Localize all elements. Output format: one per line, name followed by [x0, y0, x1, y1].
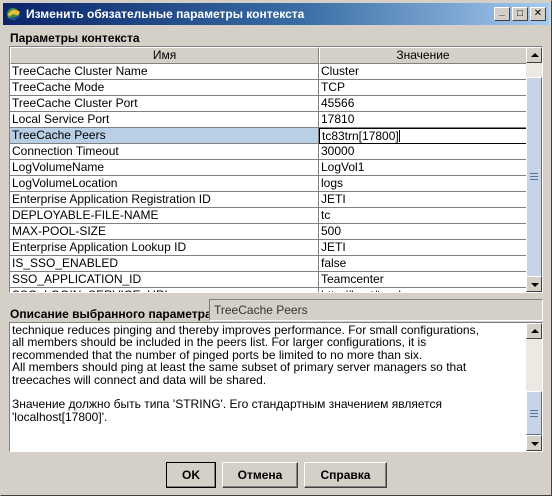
scroll-down-button[interactable] — [526, 276, 542, 292]
param-value-cell[interactable]: false — [319, 256, 527, 272]
param-name-cell[interactable]: LogVolumeName — [10, 160, 319, 176]
param-value-cell[interactable]: 500 — [319, 224, 527, 240]
table-row[interactable]: DEPLOYABLE-FILE-NAME tc — [10, 208, 527, 224]
scroll-thumb[interactable] — [526, 77, 542, 277]
scroll-up-button[interactable] — [526, 323, 542, 339]
ok-button[interactable]: OK — [166, 462, 216, 488]
maximize-button[interactable]: □ — [512, 7, 528, 21]
param-name-cell[interactable]: TreeCache Cluster Port — [10, 96, 319, 112]
dialog-window: Изменить обязательные параметры контекст… — [0, 0, 552, 496]
param-value-cell[interactable]: tc — [319, 208, 527, 224]
app-icon — [6, 6, 22, 22]
param-name-cell[interactable]: SSO_APPLICATION_ID — [10, 272, 319, 288]
description-label: Описание выбранного параметра: — [10, 307, 216, 321]
param-value-editor[interactable]: tc83trn[17800] — [319, 128, 527, 144]
table-row[interactable]: TreeCache Cluster Name Cluster — [10, 64, 527, 80]
window-title: Изменить обязательные параметры контекст… — [26, 7, 305, 21]
param-name-cell[interactable]: TreeCache Peers — [10, 128, 319, 144]
grip-line — [530, 410, 538, 411]
cancel-button[interactable]: Отмена — [222, 462, 298, 488]
table-row[interactable]: Enterprise Application Registration ID JE… — [10, 192, 527, 208]
table-row[interactable]: TreeCache Cluster Port 45566 — [10, 96, 527, 112]
param-value-cell[interactable]: LogVol1 — [319, 160, 527, 176]
grip-line — [530, 179, 538, 180]
param-name-cell[interactable]: IS_SSO_ENABLED — [10, 256, 319, 272]
param-value-cell[interactable]: http://host/tccsle — [319, 288, 527, 292]
description-line: All members should ping at least the sam… — [12, 360, 467, 375]
param-value-cell[interactable]: Teamcenter — [319, 272, 527, 288]
scroll-down-button[interactable] — [526, 435, 542, 451]
description-line: all members should be included in the pe… — [12, 335, 427, 350]
scroll-thumb[interactable] — [526, 391, 542, 435]
column-header-name[interactable]: Имя — [10, 47, 319, 64]
help-button[interactable]: Справка — [304, 462, 387, 488]
param-name-cell[interactable]: Enterprise Application Lookup ID — [10, 240, 319, 256]
param-value-cell[interactable]: logs — [319, 176, 527, 192]
arrow-down-icon — [531, 283, 539, 287]
table-row[interactable]: TreeCache Mode TCP — [10, 80, 527, 96]
table-header: Имя Значение — [10, 47, 527, 64]
description-text: technique reduces pinging and thereby im… — [12, 324, 524, 424]
maximize-icon: □ — [516, 8, 524, 19]
table-row[interactable]: Local Service Port 17810 — [10, 112, 527, 128]
param-name-cell[interactable]: MAX-POOL-SIZE — [10, 224, 319, 240]
table-row[interactable]: SSO_LOGIN_SERVICE_URLhttp://host/tccsle — [10, 288, 527, 292]
scroll-up-button[interactable] — [526, 47, 542, 63]
table-scrollbar[interactable] — [526, 47, 542, 292]
description-line: Значение должно быть типа 'STRING'. Его … — [12, 397, 442, 412]
param-name-cell[interactable]: Connection Timeout — [10, 144, 319, 160]
description-line: treecaches will connect and data will be… — [12, 372, 267, 387]
text-caret — [398, 130, 400, 142]
table-row[interactable]: IS_SSO_ENABLED false — [10, 256, 527, 272]
table-row[interactable]: LogVolumeName LogVol1 — [10, 160, 527, 176]
grip-line — [530, 416, 538, 417]
table-row[interactable]: Connection Timeout 30000 — [10, 144, 527, 160]
param-name-cell[interactable]: Enterprise Application Registration ID — [10, 192, 319, 208]
close-button[interactable]: ✕ — [530, 7, 546, 21]
title-bar[interactable]: Изменить обязательные параметры контекст… — [3, 3, 549, 25]
param-value-cell[interactable]: 17810 — [319, 112, 527, 128]
arrow-down-icon — [531, 442, 539, 446]
param-value-cell[interactable]: 45566 — [319, 96, 527, 112]
arrow-up-icon — [531, 53, 539, 57]
param-name-cell[interactable]: DEPLOYABLE-FILE-NAME — [10, 208, 319, 224]
description-scrollbar[interactable] — [526, 323, 542, 451]
param-name-cell[interactable]: TreeCache Mode — [10, 80, 319, 96]
param-name-cell[interactable]: Local Service Port — [10, 112, 319, 128]
table-row[interactable]: Enterprise Application Lookup ID JETI — [10, 240, 527, 256]
param-value-cell[interactable]: JETI — [319, 240, 527, 256]
minimize-button[interactable]: _ — [494, 7, 510, 21]
arrow-up-icon — [531, 329, 539, 333]
param-value-cell[interactable]: JETI — [319, 192, 527, 208]
close-icon: ✕ — [533, 8, 543, 19]
param-name-cell[interactable]: SSO_LOGIN_SERVICE_URL — [10, 288, 319, 292]
context-params-label: Параметры контекста — [10, 31, 140, 45]
grip-line — [530, 413, 538, 414]
description-line: 'localhost[17800]'. — [12, 409, 108, 424]
column-header-value[interactable]: Значение — [319, 47, 527, 64]
params-table: Имя Значение TreeCache Cluster Name Clust… — [9, 46, 543, 293]
param-name-cell[interactable]: TreeCache Cluster Name — [10, 64, 319, 80]
minimize-icon: _ — [499, 6, 505, 17]
description-textarea[interactable]: technique reduces pinging and thereby im… — [9, 322, 543, 452]
table-body: TreeCache Cluster Name Cluster TreeCache M… — [10, 64, 527, 292]
param-value-cell[interactable]: 30000 — [319, 144, 527, 160]
table-row[interactable]: LogVolumeLocation logs — [10, 176, 527, 192]
grip-line — [530, 176, 538, 177]
param-value-cell[interactable]: TCP — [319, 80, 527, 96]
param-name-cell[interactable]: LogVolumeLocation — [10, 176, 319, 192]
param-value-cell[interactable]: Cluster — [319, 64, 527, 80]
table-row[interactable]: SSO_APPLICATION_ID Teamcenter — [10, 272, 527, 288]
grip-line — [530, 173, 538, 174]
selected-param-name-field: TreeCache Peers — [209, 299, 543, 321]
table-row[interactable]: TreeCache Peers tc83trn[17800] — [10, 128, 527, 144]
table-row[interactable]: MAX-POOL-SIZE 500 — [10, 224, 527, 240]
